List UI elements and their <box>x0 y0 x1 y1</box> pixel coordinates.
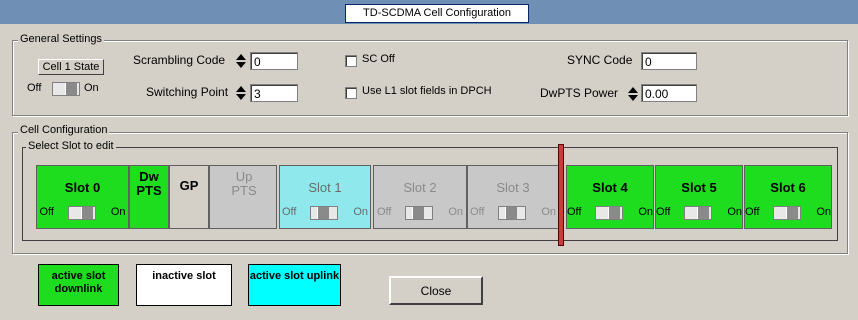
dwpts-power-spinner[interactable] <box>628 86 638 102</box>
slot-dwpts[interactable]: Dw PTS <box>129 165 169 229</box>
slot-3-label: Slot 3 <box>496 180 530 195</box>
switching-point-input[interactable]: 3 <box>250 84 298 102</box>
legend-active-uplink-label: active slot uplink <box>249 270 340 282</box>
slot-dwpts-label: Dw PTS <box>136 169 162 198</box>
toggle-knob <box>317 207 329 219</box>
slot-3-off-label: Off <box>470 206 485 218</box>
general-settings-group <box>12 40 848 116</box>
switching-point-marker[interactable] <box>558 144 564 246</box>
legend-active-downlink-label: active slot downlink <box>51 270 106 295</box>
slot-4[interactable]: Slot 4 Off On <box>566 165 654 229</box>
switching-point-spinner[interactable] <box>236 85 246 101</box>
legend-inactive-label: inactive slot <box>152 270 216 282</box>
legend-active-uplink: active slot uplink <box>248 264 341 306</box>
slot-2[interactable]: Slot 2 Off On <box>373 165 467 229</box>
cell-state-toggle[interactable] <box>52 82 80 96</box>
dwpts-power-label: DwPTS Power <box>540 86 619 100</box>
slot-uppts-label: Up PTS <box>231 169 257 198</box>
slot-3-switch: Off On <box>468 206 558 220</box>
slot-3-on-label: On <box>541 206 556 218</box>
slot-0-off-label: Off <box>39 206 54 218</box>
slot-4-toggle[interactable] <box>595 206 623 220</box>
use-l1-checkbox[interactable] <box>345 87 357 99</box>
toggle-knob <box>786 207 798 219</box>
scrambling-code-input[interactable]: 0 <box>250 52 298 70</box>
slot-gp[interactable]: GP <box>169 165 209 229</box>
slot-4-switch: Off On <box>565 206 655 220</box>
cell-state-off-label: Off <box>27 82 42 94</box>
toggle-knob <box>608 207 620 219</box>
slot-gp-label: GP <box>179 178 199 193</box>
toggle-knob <box>505 207 517 219</box>
slot-6-on-label: On <box>816 206 831 218</box>
cell-state-on-label: On <box>84 82 99 94</box>
slot-6[interactable]: Slot 6 Off On <box>744 165 832 229</box>
slot-0[interactable]: Slot 0 Off On <box>36 165 129 229</box>
slot-6-switch: Off On <box>743 206 833 220</box>
slot-1-toggle[interactable] <box>310 206 338 220</box>
slot-1-label: Slot 1 <box>308 180 342 195</box>
select-slot-legend: Select Slot to edit <box>26 140 116 152</box>
close-button[interactable]: Close <box>389 276 483 305</box>
toggle-knob <box>65 83 77 95</box>
slot-2-toggle[interactable] <box>405 206 433 220</box>
legend-inactive: inactive slot <box>136 264 232 306</box>
slot-5[interactable]: Slot 5 Off On <box>655 165 743 229</box>
use-l1-label: Use L1 slot fields in DPCH <box>362 85 492 97</box>
slot-0-toggle[interactable] <box>67 206 96 220</box>
slot-5-label: Slot 5 <box>681 180 717 195</box>
sync-code-input[interactable]: 0 <box>641 52 697 70</box>
slot-2-on-label: On <box>448 206 463 218</box>
scrambling-code-spinner[interactable] <box>236 53 246 69</box>
slot-uppts[interactable]: Up PTS <box>209 165 277 229</box>
scrambling-code-label: Scrambling Code <box>133 53 226 67</box>
slot-1-on-label: On <box>353 206 368 218</box>
slot-1-off-label: Off <box>282 206 297 218</box>
cell-state-button[interactable]: Cell 1 State <box>38 59 104 75</box>
dwpts-power-input[interactable]: 0.00 <box>641 84 697 102</box>
close-button-label: Close <box>420 284 452 298</box>
slot-3-toggle[interactable] <box>498 206 526 220</box>
slot-6-label: Slot 6 <box>770 180 806 195</box>
slot-1[interactable]: Slot 1 Off On <box>279 165 371 229</box>
slot-4-on-label: On <box>638 206 653 218</box>
slot-5-off-label: Off <box>656 206 671 218</box>
toggle-knob <box>412 207 424 219</box>
window-title: TD-SCDMA Cell Configuration <box>345 4 529 23</box>
sync-code-label: SYNC Code <box>567 53 633 67</box>
slot-4-off-label: Off <box>567 206 582 218</box>
slot-6-off-label: Off <box>745 206 760 218</box>
toggle-knob <box>697 207 709 219</box>
slot-3[interactable]: Slot 3 Off On <box>467 165 559 229</box>
slot-2-label: Slot 2 <box>403 180 437 195</box>
slot-6-toggle[interactable] <box>773 206 801 220</box>
slot-5-on-label: On <box>727 206 742 218</box>
toggle-knob <box>80 207 93 219</box>
slot-5-switch: Off On <box>654 206 744 220</box>
sc-off-checkbox[interactable] <box>345 55 357 67</box>
slot-4-label: Slot 4 <box>592 180 628 195</box>
title-bar: TD-SCDMA Cell Configuration <box>0 0 858 24</box>
legend-active-downlink: active slot downlink <box>38 264 119 306</box>
general-settings-legend: General Settings <box>18 33 104 45</box>
slot-2-switch: Off On <box>375 206 465 220</box>
sc-off-label: SC Off <box>362 53 395 65</box>
slot-0-label: Slot 0 <box>64 180 101 195</box>
slot-2-off-label: Off <box>377 206 392 218</box>
slot-0-switch: Off On <box>38 206 128 220</box>
slot-1-switch: Off On <box>280 206 370 220</box>
slot-0-on-label: On <box>110 206 126 218</box>
cell-configuration-legend: Cell Configuration <box>18 124 110 136</box>
slot-5-toggle[interactable] <box>684 206 712 220</box>
switching-point-label: Switching Point <box>146 85 229 99</box>
